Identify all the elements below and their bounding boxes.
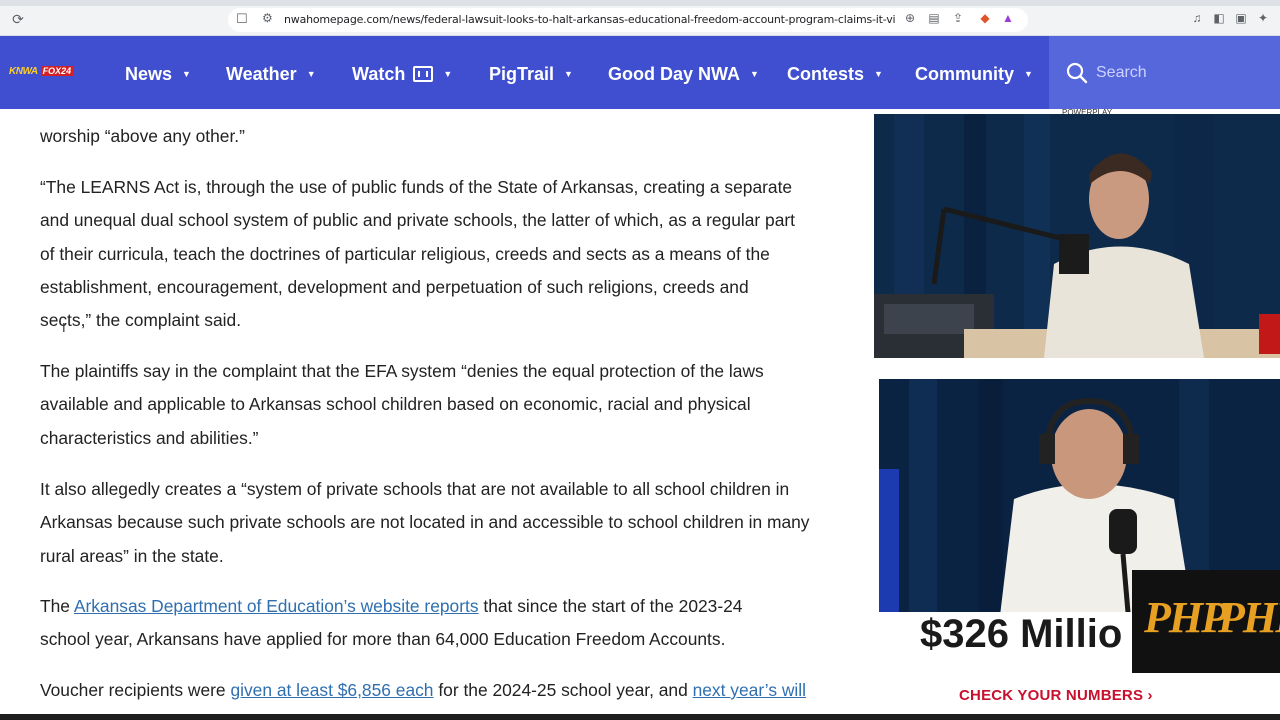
tab-strip: [0, 0, 1280, 6]
article-paragraph: worship “above any other.”: [40, 120, 840, 153]
article-line: characteristics and abilities.”: [40, 427, 259, 448]
article-text: that since the start of the 2023-24: [478, 596, 743, 616]
ad-jackpot-amount: $326 Millio: [920, 612, 1123, 656]
article-line: worship “above any other.”: [40, 126, 245, 146]
next-year-link[interactable]: next year’s will: [693, 680, 806, 700]
article-line: of their curricula, teach the doctrines …: [40, 243, 770, 264]
extensions-icon[interactable]: ✦: [1256, 11, 1270, 25]
php-podcast-badge: PHP PHP: [1132, 570, 1280, 673]
nav-contests[interactable]: Contests ▼: [787, 62, 883, 86]
rewards-triangle-icon[interactable]: ▲: [1001, 11, 1015, 25]
media-icon[interactable]: ♫: [1190, 11, 1204, 25]
reader-mode-icon[interactable]: ▤: [927, 11, 941, 25]
article-text: for the 2024-25 school year, and: [433, 680, 693, 700]
article-paragraph-vouchers: Voucher recipients were given at least $…: [40, 674, 840, 707]
nav-pigtrail-label: PigTrail: [489, 63, 555, 84]
chevron-down-icon: ▼: [1024, 69, 1033, 79]
chevron-down-icon: ▼: [750, 69, 759, 79]
php-logo: PHP: [1144, 593, 1228, 642]
article-paragraph-ade: The Arkansas Department of Education’s w…: [40, 590, 840, 657]
tv-icon: [413, 66, 434, 82]
ade-website-link[interactable]: Arkansas Department of Education’s websi…: [74, 596, 479, 616]
search-icon[interactable]: [1066, 62, 1088, 84]
check-your-numbers-link[interactable]: CHECK YOUR NUMBERS ›: [959, 687, 1153, 704]
site-logo[interactable]: KNWA FOX24: [9, 65, 74, 77]
article-paragraph-plaintiffs: The plaintiffs say in the complaint that…: [40, 355, 840, 455]
nav-weather-label: Weather: [226, 63, 297, 84]
nav-contests-label: Contests: [787, 63, 865, 84]
sidebar-icon[interactable]: ◧: [1212, 11, 1226, 25]
site-info-icon[interactable]: ⚙: [262, 11, 273, 25]
nav-news-label: News: [125, 63, 173, 84]
nav-good-day-nwa-label: Good Day NWA: [608, 63, 741, 84]
article-text: Voucher recipients were: [40, 680, 231, 700]
text-cursor-icon: I: [62, 320, 66, 335]
article-line: The plaintiffs say in the complaint that…: [40, 361, 764, 381]
article-text: The: [40, 596, 74, 616]
logo-fox24: FOX24: [40, 66, 74, 76]
nav-community[interactable]: Community ▼: [915, 62, 1033, 86]
chevron-down-icon: ▼: [443, 69, 453, 79]
article-line: and unequal dual school system of public…: [40, 210, 795, 231]
article-paragraph-private-schools: It also allegedly creates a “system of p…: [40, 473, 840, 573]
nav-watch[interactable]: Watch ▼: [352, 62, 452, 86]
nav-watch-label: Watch: [352, 63, 406, 84]
zoom-icon[interactable]: ⊕: [903, 11, 917, 25]
nav-pigtrail[interactable]: PigTrail ▼: [489, 62, 573, 86]
article-line: It also allegedly creates a “system of p…: [40, 479, 790, 499]
webcam-video-host-1: [874, 114, 1280, 358]
article-line: sects,” the complaint said.: [40, 310, 242, 331]
article-line: establishment, encouragement, developmen…: [40, 276, 749, 297]
article-line: Arkansas because such private schools ar…: [40, 512, 810, 533]
nav-good-day-nwa[interactable]: Good Day NWA ▼: [608, 62, 759, 86]
share-icon[interactable]: ⇪: [951, 11, 965, 25]
nav-weather[interactable]: Weather ▼: [226, 62, 316, 86]
chevron-down-icon: ▼: [874, 69, 883, 79]
nav-news[interactable]: News ▼: [125, 62, 191, 86]
chevron-down-icon: ▼: [564, 69, 573, 79]
reload-icon[interactable]: ⟳: [10, 11, 26, 27]
article-line: Voucher recipients were given at least $…: [40, 674, 840, 707]
article-paragraph-quote: “The LEARNS Act is, through the use of p…: [40, 171, 840, 337]
article-line: The Arkansas Department of Education’s w…: [40, 590, 840, 623]
nav-community-label: Community: [915, 63, 1014, 84]
logo-knwa: KNWA: [9, 65, 38, 77]
article-line: rural areas” in the state.: [40, 545, 224, 566]
voucher-amount-link[interactable]: given at least $6,856 each: [230, 680, 433, 700]
url-text[interactable]: nwahomepage.com/news/federal-lawsuit-loo…: [284, 13, 896, 26]
search-input[interactable]: [1096, 60, 1266, 86]
php-logo: PHP: [1218, 593, 1280, 642]
os-taskbar: [0, 714, 1280, 720]
article-line: “The LEARNS Act is, through the use of p…: [40, 177, 793, 197]
article-line: available and applicable to Arkansas sch…: [40, 394, 751, 415]
article-line: school year, Arkansans have applied for …: [40, 629, 726, 650]
brave-shield-icon[interactable]: ◆: [978, 11, 992, 25]
bookmark-icon[interactable]: ☐: [236, 11, 248, 27]
chevron-down-icon: ▼: [306, 69, 316, 79]
wallet-icon[interactable]: ▣: [1234, 11, 1248, 25]
chevron-down-icon: ▼: [182, 69, 191, 79]
